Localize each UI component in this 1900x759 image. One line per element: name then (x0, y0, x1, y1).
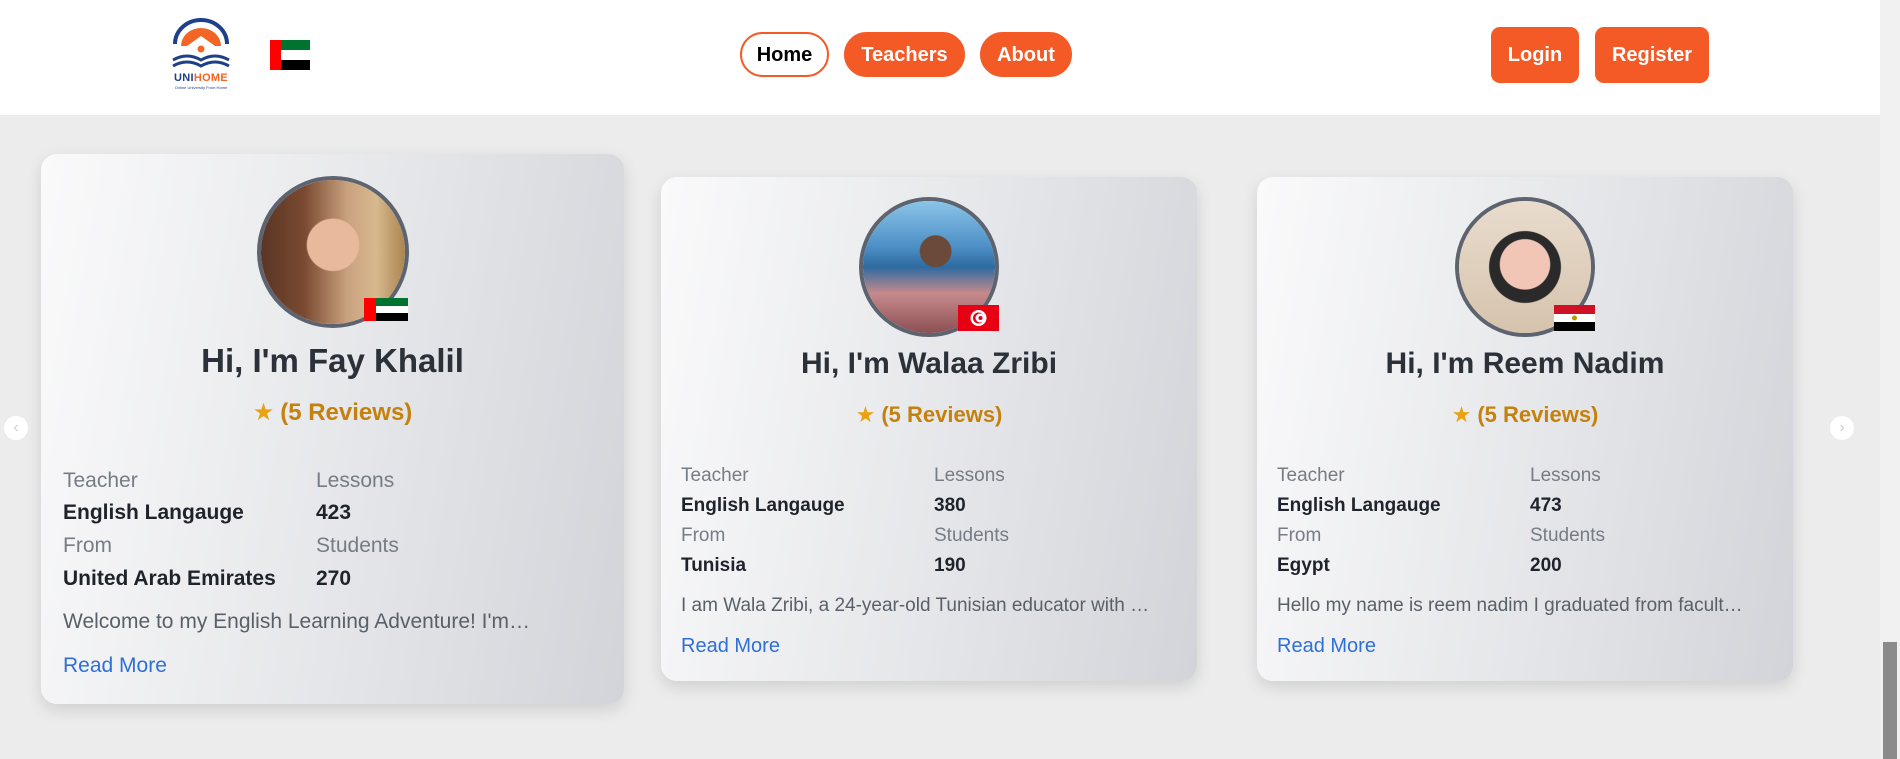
teacher-name: Hi, I'm Reem Nadim (1385, 347, 1665, 380)
unihome-logo[interactable]: UNIHOME Online University From Home (165, 16, 237, 94)
subject-value: English Langauge (681, 495, 845, 516)
students-value: 270 (316, 567, 352, 590)
site-header: UNIHOME Online University From Home Home… (0, 0, 1880, 115)
lessons-label: Lessons (316, 469, 395, 492)
nav-home-button[interactable]: Home (740, 32, 829, 77)
carousel-next-icon[interactable]: › (1830, 416, 1854, 440)
teacher-name: Hi, I'm Fay Khalil (201, 342, 464, 379)
star-icon: ★ (855, 402, 876, 427)
teacher-label: Teacher (63, 469, 138, 492)
students-value: 190 (934, 555, 966, 576)
country-value: United Arab Emirates (63, 567, 276, 590)
lessons-value: 380 (934, 495, 966, 516)
from-label: From (681, 525, 726, 546)
teacher-card[interactable]: Hi, I'm Fay Khalil ★ (5 Reviews) Teacher … (41, 154, 624, 704)
subject-value: English Langauge (63, 501, 244, 524)
rating: ★ (5 Reviews) (41, 398, 624, 427)
read-more-link[interactable]: Read More (63, 654, 167, 678)
star-icon: ★ (1451, 402, 1472, 427)
teacher-description: Hello my name is reem nadim I graduated … (1277, 595, 1743, 616)
from-label: From (63, 534, 112, 557)
students-label: Students (316, 534, 399, 557)
logo-tagline: Online University From Home (174, 85, 228, 90)
logo-wordmark: UNIHOME (173, 72, 229, 84)
logo-emblem-icon (172, 18, 230, 68)
teacher-description: Welcome to my English Learning Adventure… (63, 610, 531, 633)
reviews-count: (5 Reviews) (881, 402, 1003, 427)
students-label: Students (1530, 525, 1605, 546)
teacher-name: Hi, I'm Walaa Zribi (800, 347, 1058, 380)
read-more-link[interactable]: Read More (681, 635, 780, 658)
register-button[interactable]: Register (1595, 27, 1709, 83)
rating: ★ (5 Reviews) (661, 402, 1197, 428)
tunisia-flag-icon (958, 305, 999, 331)
lessons-value: 423 (316, 501, 352, 524)
nav-about-button[interactable]: About (980, 32, 1072, 77)
students-value: 200 (1530, 555, 1562, 576)
star-icon: ★ (252, 399, 275, 426)
teacher-label: Teacher (681, 465, 749, 486)
uae-flag-icon[interactable] (270, 40, 310, 70)
lessons-value: 473 (1530, 495, 1562, 516)
reviews-count: (5 Reviews) (280, 399, 413, 426)
lessons-label: Lessons (934, 465, 1005, 486)
teacher-card[interactable]: Hi, I'm Reem Nadim ★ (5 Reviews) Teacher … (1257, 177, 1793, 681)
teacher-label: Teacher (1277, 465, 1345, 486)
rating: ★ (5 Reviews) (1257, 402, 1793, 428)
uae-flag-icon (364, 298, 408, 321)
lessons-label: Lessons (1530, 465, 1601, 486)
scrollbar-thumb[interactable] (1883, 642, 1897, 759)
egypt-flag-icon (1554, 305, 1595, 331)
nav-teachers-button[interactable]: Teachers (844, 32, 965, 77)
students-label: Students (934, 525, 1009, 546)
country-value: Egypt (1277, 555, 1330, 576)
carousel-prev-icon[interactable]: ‹ (4, 416, 28, 440)
teacher-description: I am Wala Zribi, a 24-year-old Tunisian … (681, 595, 1150, 616)
teacher-card[interactable]: Hi, I'm Walaa Zribi ★ (5 Reviews) Teacher… (661, 177, 1197, 681)
login-button[interactable]: Login (1491, 27, 1579, 83)
country-value: Tunisia (681, 555, 747, 576)
from-label: From (1277, 525, 1322, 546)
read-more-link[interactable]: Read More (1277, 635, 1376, 658)
subject-value: English Langauge (1277, 495, 1441, 516)
reviews-count: (5 Reviews) (1477, 402, 1599, 427)
